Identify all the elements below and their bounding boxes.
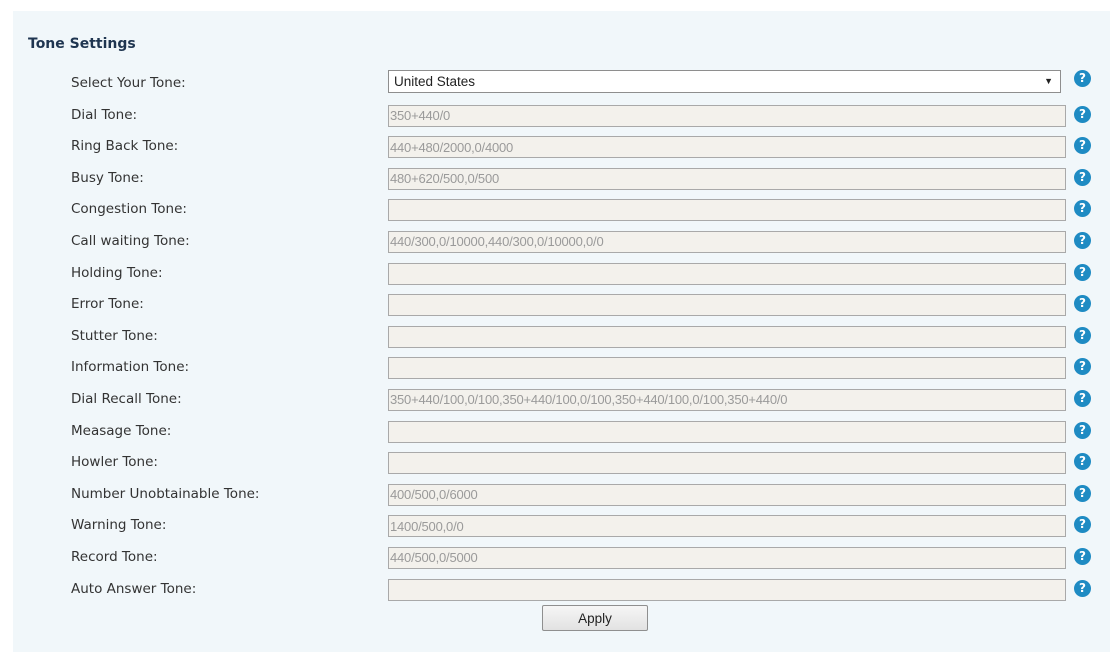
help-icon[interactable]: ? xyxy=(1074,358,1091,376)
tone-label: Call waiting Tone: xyxy=(71,232,190,249)
tone-label: Holding Tone: xyxy=(71,264,163,281)
help-icon[interactable]: ? xyxy=(1074,168,1091,186)
tone-row: Howler Tone:? xyxy=(13,452,1110,484)
tone-value-input[interactable] xyxy=(388,515,1066,538)
help-icon[interactable]: ? xyxy=(1074,421,1091,439)
section-title: Tone Settings xyxy=(28,36,136,52)
tone-row: Information Tone:? xyxy=(13,357,1110,389)
help-icon[interactable]: ? xyxy=(1074,326,1091,344)
help-icon[interactable]: ? xyxy=(1074,579,1091,597)
tone-value-input[interactable] xyxy=(388,230,1066,253)
tone-row: Warning Tone:? xyxy=(13,515,1110,547)
tone-value-input[interactable] xyxy=(388,578,1066,601)
tone-row: Congestion Tone:? xyxy=(13,199,1110,231)
help-icon[interactable]: ? xyxy=(1074,389,1091,407)
apply-button[interactable]: Apply xyxy=(542,605,648,631)
tone-label: Number Unobtainable Tone: xyxy=(71,485,260,502)
tone-settings-panel: Tone Settings Select Your Tone: United S… xyxy=(13,11,1110,652)
help-icon[interactable]: ? xyxy=(1074,105,1091,123)
tone-value-input[interactable] xyxy=(388,104,1066,127)
tone-label: Ring Back Tone: xyxy=(71,138,179,155)
tone-value-input[interactable] xyxy=(388,357,1066,380)
tone-label: Warning Tone: xyxy=(71,517,167,534)
tone-label: Error Tone: xyxy=(71,296,144,313)
tone-value-input[interactable] xyxy=(388,452,1066,475)
help-icon[interactable]: ? xyxy=(1074,137,1091,155)
tone-row: Dial Tone:? xyxy=(13,104,1110,137)
tone-label: Auto Answer Tone: xyxy=(71,580,197,597)
tone-label: Measage Tone: xyxy=(71,422,172,439)
help-icon[interactable]: ? xyxy=(1074,516,1091,534)
tone-value-input[interactable] xyxy=(388,483,1066,506)
help-icon[interactable]: ? xyxy=(1074,263,1091,281)
tone-value-input[interactable] xyxy=(388,325,1066,348)
tone-value-input[interactable] xyxy=(388,388,1066,411)
tone-row-select: Select Your Tone: United States ▼ ? xyxy=(13,70,1110,105)
tone-row: Dial Recall Tone:? xyxy=(13,388,1110,421)
tone-row: Ring Back Tone:? xyxy=(13,136,1110,168)
tone-row: Call waiting Tone:? xyxy=(13,230,1110,263)
help-icon[interactable]: ? xyxy=(1074,70,1091,87)
tone-row: Record Tone:? xyxy=(13,546,1110,579)
tone-row: Measage Tone:? xyxy=(13,420,1110,453)
select-tone-label: Select Your Tone: xyxy=(71,75,186,91)
tone-label: Busy Tone: xyxy=(71,169,144,186)
help-icon[interactable]: ? xyxy=(1074,547,1091,565)
help-icon[interactable]: ? xyxy=(1074,453,1091,471)
tone-label: Record Tone: xyxy=(71,548,158,565)
tone-label: Stutter Tone: xyxy=(71,327,158,344)
tone-row: Stutter Tone:? xyxy=(13,325,1110,358)
tone-country-select-value: United States xyxy=(394,74,476,89)
chevron-down-icon: ▼ xyxy=(1044,76,1053,86)
tone-label: Dial Recall Tone: xyxy=(71,390,182,407)
tone-value-input[interactable] xyxy=(388,167,1066,190)
tone-row: Holding Tone:? xyxy=(13,262,1110,295)
tone-row: Number Unobtainable Tone:? xyxy=(13,483,1110,516)
tone-value-input[interactable] xyxy=(388,262,1066,285)
tone-country-select[interactable]: United States ▼ xyxy=(388,70,1061,93)
tone-value-input[interactable] xyxy=(388,294,1066,317)
tone-label: Congestion Tone: xyxy=(71,201,187,218)
tone-settings-form: Select Your Tone: United States ▼ ? Dial… xyxy=(13,70,1110,610)
help-icon[interactable]: ? xyxy=(1074,484,1091,502)
tone-value-input[interactable] xyxy=(388,136,1066,159)
help-icon[interactable]: ? xyxy=(1074,200,1091,218)
tone-label: Dial Tone: xyxy=(71,106,138,123)
tone-row: Busy Tone:? xyxy=(13,167,1110,200)
tone-value-input[interactable] xyxy=(388,199,1066,222)
tone-row: Error Tone:? xyxy=(13,294,1110,326)
help-icon[interactable]: ? xyxy=(1074,295,1091,313)
help-icon[interactable]: ? xyxy=(1074,231,1091,249)
tone-label: Information Tone: xyxy=(71,359,190,376)
tone-label: Howler Tone: xyxy=(71,454,158,471)
tone-value-input[interactable] xyxy=(388,546,1066,569)
tone-value-input[interactable] xyxy=(388,420,1066,443)
